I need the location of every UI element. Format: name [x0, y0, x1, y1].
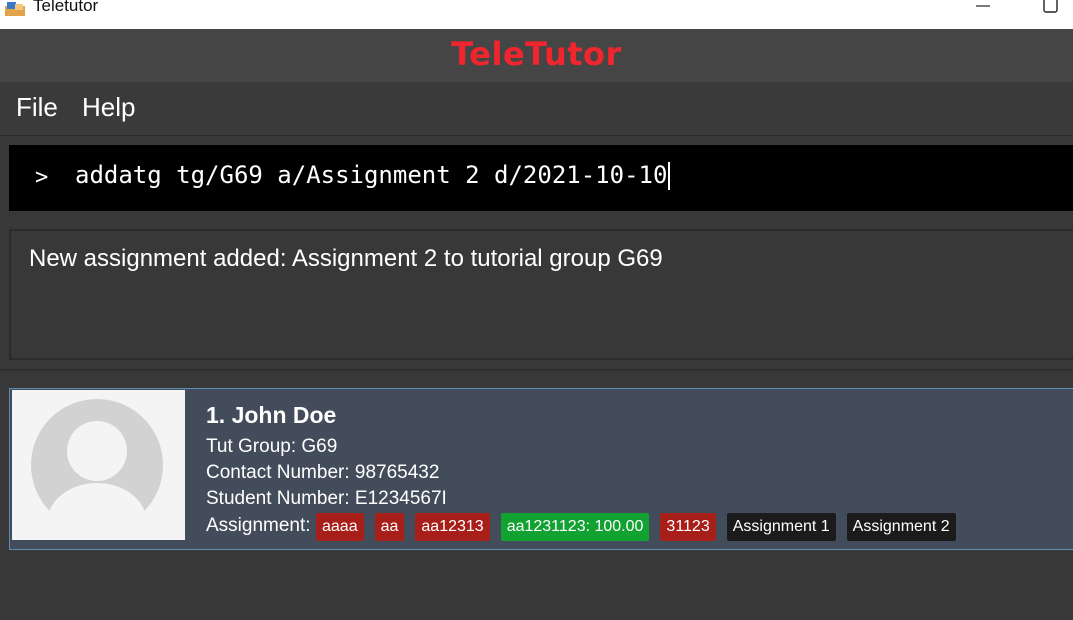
assignment-tag: 31123: [660, 513, 716, 541]
result-message: New assignment added: Assignment 2 to tu…: [29, 245, 663, 272]
assignment-tag: aa: [374, 513, 405, 541]
person-student-number: Student Number: E1234567I: [206, 488, 447, 509]
app-brand: TeleTutor: [451, 35, 622, 73]
user-avatar-icon: [12, 390, 185, 540]
person-contact-number: Contact Number: 98765432: [206, 462, 440, 483]
assignment-tags: aaaa aa aa12313 aa1231123: 100.00 31123 …: [316, 513, 956, 541]
teletutor-app-icon: [3, 0, 27, 18]
assignment-tag: aa1231123: 100.00: [500, 513, 650, 541]
assignment-label: Assignment:: [206, 515, 311, 536]
menu-bar: File Help: [0, 82, 1073, 136]
assignment-tag: Assignment 1: [726, 513, 836, 541]
command-input[interactable]: addatg tg/G69 a/Assignment 2 d/2021-10-1…: [75, 161, 671, 190]
window-titlebar: Teletutor: [0, 0, 1073, 29]
menu-help[interactable]: Help: [82, 92, 135, 123]
menu-file[interactable]: File: [16, 92, 58, 123]
assignment-tag: aaaa: [316, 513, 364, 541]
person-card[interactable]: 1. John Doe Tut Group: G69 Contact Numbe…: [9, 388, 1073, 550]
panel-divider: [0, 369, 1073, 371]
person-tut-group: Tut Group: G69: [206, 436, 338, 457]
text-caret: [668, 162, 671, 190]
command-text: addatg tg/G69 a/Assignment 2 d/2021-10-1…: [75, 161, 668, 189]
assignment-tag: Assignment 2: [846, 513, 956, 541]
command-box[interactable]: > addatg tg/G69 a/Assignment 2 d/2021-10…: [9, 145, 1073, 211]
assignment-tag: aa12313: [415, 513, 490, 541]
command-prompt-icon: >: [35, 165, 49, 190]
minimize-icon[interactable]: [973, 0, 993, 18]
app-header: TeleTutor: [0, 29, 1073, 82]
result-display: New assignment added: Assignment 2 to tu…: [9, 229, 1073, 360]
person-name: 1. John Doe: [206, 402, 337, 428]
window-title: Teletutor: [33, 0, 99, 15]
maximize-icon[interactable]: [1040, 0, 1060, 18]
